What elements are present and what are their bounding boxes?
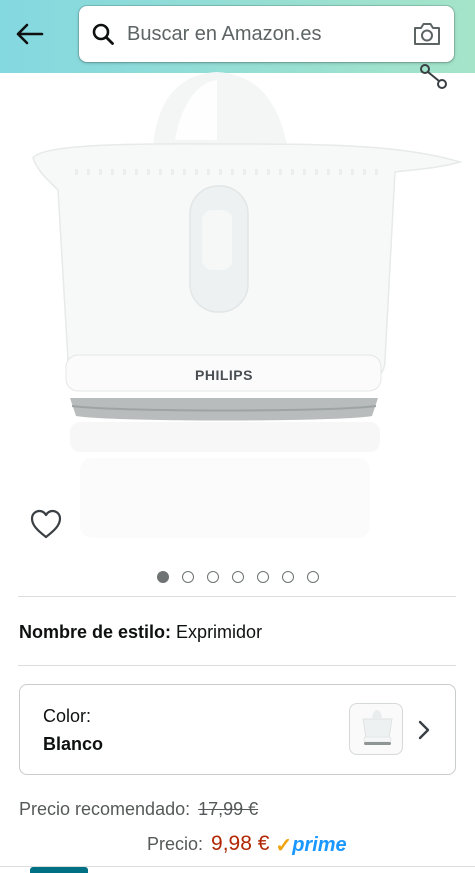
share-button[interactable] — [418, 64, 452, 92]
pager-dot[interactable] — [256, 571, 269, 583]
pager-dot[interactable] — [206, 571, 219, 583]
price-label: Precio: — [147, 834, 204, 854]
color-label: Color: — [43, 706, 92, 726]
pager-dot[interactable] — [156, 571, 169, 583]
prime-badge: ✓prime — [275, 833, 347, 857]
camera-icon — [414, 23, 440, 45]
bottom-tab-indicator — [30, 867, 88, 873]
back-button[interactable] — [10, 17, 48, 51]
share-icon — [420, 64, 447, 89]
color-value: Blanco — [43, 734, 104, 754]
recommended-price-row: Precio recomendado: 17,99 € — [19, 798, 258, 820]
prime-label: prime — [292, 834, 347, 856]
price-row: Precio: 9,98 € ✓prime — [147, 830, 347, 860]
search-bar[interactable] — [79, 6, 454, 62]
image-pager — [0, 571, 475, 585]
product-image[interactable]: PHILIPS — [0, 60, 475, 560]
price-value: 9,98 € — [211, 832, 270, 855]
recommended-price-label: Precio recomendado: — [19, 799, 191, 819]
style-name-value: Exprimidor — [176, 622, 263, 642]
style-name-row: Nombre de estilo: Exprimidor — [19, 621, 262, 643]
color-swatch-thumbnail[interactable] — [349, 703, 403, 755]
color-selector[interactable]: Color: Blanco — [19, 684, 456, 775]
chevron-right-icon — [418, 720, 430, 740]
heart-icon — [30, 509, 62, 539]
camera-search-button[interactable] — [412, 20, 442, 48]
juicer-thumbnail-image — [362, 710, 393, 745]
pager-dot[interactable] — [181, 571, 194, 583]
divider — [18, 665, 456, 666]
style-name-label: Nombre de estilo: — [19, 622, 172, 642]
recommended-price-value: 17,99 € — [198, 799, 259, 819]
wishlist-button[interactable] — [28, 506, 64, 542]
pager-dot[interactable] — [306, 571, 319, 583]
pager-dot[interactable] — [281, 571, 294, 583]
divider — [18, 596, 456, 597]
search-icon — [92, 23, 114, 45]
back-arrow-icon — [16, 23, 44, 45]
brand-logo: PHILIPS — [195, 367, 253, 383]
prime-check-icon: ✓ — [275, 835, 293, 857]
pager-dot[interactable] — [231, 571, 244, 583]
search-input[interactable] — [127, 18, 397, 50]
